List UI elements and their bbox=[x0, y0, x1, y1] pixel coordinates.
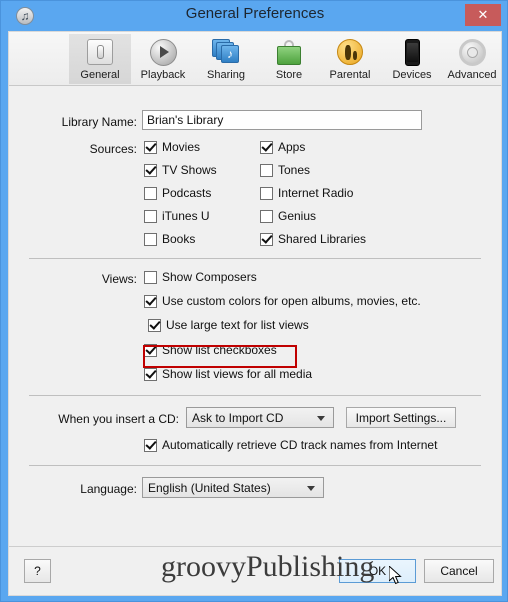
checkbox-use-custom-colors[interactable]: Use custom colors for open albums, movie… bbox=[144, 294, 421, 308]
tab-advanced-label: Advanced bbox=[447, 69, 497, 81]
insert-cd-dropdown[interactable]: Ask to Import CD bbox=[186, 407, 334, 428]
checkbox-itunes-u-label: iTunes U bbox=[162, 209, 210, 223]
checkbox-tv-shows[interactable]: TV Shows bbox=[144, 163, 217, 177]
library-name-input[interactable] bbox=[142, 110, 422, 130]
tab-general-label: General bbox=[80, 69, 120, 81]
tab-store-label: Store bbox=[275, 69, 303, 81]
checkbox-internet-radio-label: Internet Radio bbox=[278, 186, 354, 200]
checkbox-auto-retrieve-cd-names[interactable]: Automatically retrieve CD track names fr… bbox=[144, 438, 437, 452]
checkbox-internet-radio-box[interactable] bbox=[260, 186, 273, 200]
checkbox-show-list-views-all-media-label: Show list views for all media bbox=[162, 367, 313, 381]
tab-parental[interactable]: Parental bbox=[319, 34, 381, 84]
tab-devices-label: Devices bbox=[392, 69, 432, 81]
checkbox-tv-shows-label: TV Shows bbox=[162, 163, 217, 177]
help-button[interactable]: ? bbox=[24, 559, 51, 583]
language-label: Language: bbox=[80, 482, 137, 496]
tab-advanced[interactable]: Advanced bbox=[441, 34, 503, 84]
checkbox-show-list-views-all-media-box[interactable] bbox=[144, 367, 157, 381]
checkbox-shared-libraries-label: Shared Libraries bbox=[278, 232, 367, 246]
checkbox-show-list-views-all-media[interactable]: Show list views for all media bbox=[144, 367, 312, 381]
checkbox-movies[interactable]: Movies bbox=[144, 140, 200, 154]
tab-playback-label: Playback bbox=[140, 69, 186, 81]
checkbox-genius-label: Genius bbox=[278, 209, 317, 223]
play-circle-icon bbox=[147, 36, 179, 68]
checkbox-show-list-checkboxes-label: Show list checkboxes bbox=[162, 343, 277, 357]
chevron-down-icon bbox=[317, 415, 325, 421]
dialog-body: General Playback ♪ Sharing Store Parenta… bbox=[8, 31, 502, 596]
checkbox-auto-retrieve-cd-names-box[interactable] bbox=[144, 438, 157, 452]
checkbox-books[interactable]: Books bbox=[144, 232, 195, 246]
checkbox-genius[interactable]: Genius bbox=[260, 209, 316, 223]
checkbox-use-large-text-label: Use large text for list views bbox=[166, 318, 309, 332]
preferences-toolbar: General Playback ♪ Sharing Store Parenta… bbox=[9, 32, 501, 86]
checkbox-auto-retrieve-cd-names-label: Automatically retrieve CD track names fr… bbox=[162, 438, 438, 452]
checkbox-movies-box[interactable] bbox=[144, 140, 157, 154]
separator-language bbox=[29, 465, 481, 466]
views-label: Views: bbox=[101, 272, 137, 286]
checkbox-show-composers-box[interactable] bbox=[144, 270, 157, 284]
checkbox-tones[interactable]: Tones bbox=[260, 163, 310, 177]
checkbox-show-list-checkboxes-box[interactable] bbox=[144, 343, 157, 357]
chevron-down-icon bbox=[307, 485, 315, 491]
checkbox-apps-box[interactable] bbox=[260, 140, 273, 154]
checkbox-show-list-checkboxes[interactable]: Show list checkboxes bbox=[144, 343, 277, 357]
checkbox-itunes-u-box[interactable] bbox=[144, 209, 157, 223]
insert-cd-dropdown-value: Ask to Import CD bbox=[192, 410, 284, 425]
sources-label: Sources: bbox=[89, 142, 137, 156]
close-icon[interactable]: ✕ bbox=[465, 4, 501, 26]
tab-sharing-label: Sharing bbox=[207, 69, 245, 81]
watermark-text: groovyPublishing bbox=[161, 550, 375, 583]
checkbox-tv-shows-box[interactable] bbox=[144, 163, 157, 177]
checkbox-show-composers-label: Show Composers bbox=[162, 270, 257, 284]
tab-general[interactable]: General bbox=[69, 34, 131, 84]
checkbox-tones-label: Tones bbox=[278, 163, 311, 177]
checkbox-use-custom-colors-box[interactable] bbox=[144, 294, 157, 308]
tab-playback[interactable]: Playback bbox=[132, 34, 194, 84]
checkbox-apps-label: Apps bbox=[278, 140, 306, 154]
checkbox-genius-box[interactable] bbox=[260, 209, 273, 223]
parental-figures-icon bbox=[334, 36, 366, 68]
checkbox-show-composers[interactable]: Show Composers bbox=[144, 270, 257, 284]
tab-devices[interactable]: Devices bbox=[381, 34, 443, 84]
language-dropdown-value: English (United States) bbox=[148, 480, 271, 495]
checkbox-tones-box[interactable] bbox=[260, 163, 273, 177]
insert-cd-label: When you insert a CD: bbox=[58, 412, 179, 426]
checkbox-podcasts-label: Podcasts bbox=[162, 186, 212, 200]
separator-cd bbox=[29, 395, 481, 396]
cancel-button[interactable]: Cancel bbox=[424, 559, 494, 583]
checkbox-internet-radio[interactable]: Internet Radio bbox=[260, 186, 353, 200]
checkbox-books-label: Books bbox=[162, 232, 196, 246]
tab-parental-label: Parental bbox=[329, 69, 371, 81]
window-title: General Preferences bbox=[185, 5, 325, 22]
language-dropdown[interactable]: English (United States) bbox=[142, 477, 324, 498]
checkbox-podcasts-box[interactable] bbox=[144, 186, 157, 200]
import-settings-button[interactable]: Import Settings... bbox=[346, 407, 456, 428]
title-bar: ♫ General Preferences ✕ bbox=[1, 1, 507, 31]
iphone-icon bbox=[396, 36, 428, 68]
checkbox-use-custom-colors-label: Use custom colors for open albums, movie… bbox=[162, 294, 421, 308]
checkbox-movies-label: Movies bbox=[162, 140, 201, 154]
checkbox-podcasts[interactable]: Podcasts bbox=[144, 186, 211, 200]
shopping-bag-icon bbox=[273, 36, 305, 68]
checkbox-shared-libraries-box[interactable] bbox=[260, 232, 273, 246]
tab-sharing[interactable]: ♪ Sharing bbox=[195, 34, 257, 84]
checkbox-use-large-text-box[interactable] bbox=[148, 318, 161, 332]
library-name-label: Library Name: bbox=[61, 115, 137, 129]
separator-views bbox=[29, 258, 481, 259]
general-switch-icon bbox=[84, 36, 116, 68]
tab-store[interactable]: Store bbox=[258, 34, 320, 84]
preferences-window: ♫ General Preferences ✕ General Playback bbox=[0, 0, 508, 602]
checkbox-apps[interactable]: Apps bbox=[260, 140, 305, 154]
gear-icon bbox=[456, 36, 488, 68]
checkbox-itunes-u[interactable]: iTunes U bbox=[144, 209, 210, 223]
checkbox-use-large-text[interactable]: Use large text for list views bbox=[148, 318, 309, 332]
sharing-stack-icon: ♪ bbox=[210, 36, 242, 68]
checkbox-books-box[interactable] bbox=[144, 232, 157, 246]
checkbox-shared-libraries[interactable]: Shared Libraries bbox=[260, 232, 366, 246]
